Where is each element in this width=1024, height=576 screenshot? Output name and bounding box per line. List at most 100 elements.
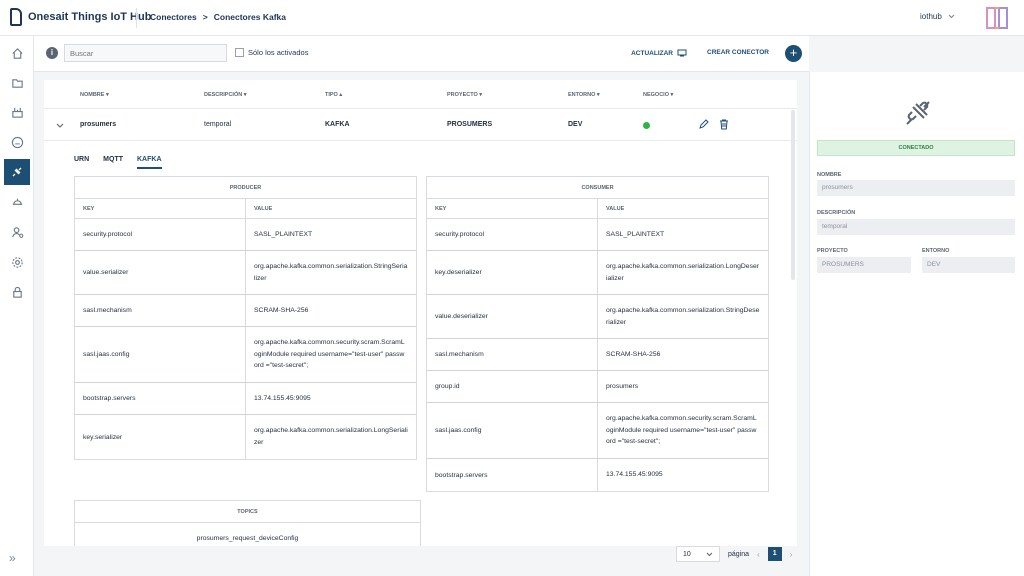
row-description: temporal	[204, 121, 232, 128]
dish-icon	[12, 198, 22, 205]
connector-detail-panel: CONECTADO NOMBRE prosumers DESCRIPCIÓN t…	[809, 72, 1024, 576]
top-bar: Onesait Things IoT Hub Conectores > Cone…	[0, 0, 1024, 36]
app-logo[interactable]: Onesait Things IoT Hub	[10, 8, 151, 26]
sidebar-item-security[interactable]	[4, 279, 30, 305]
detail-description-label: DESCRIPCIÓN	[817, 210, 856, 216]
gear-icon	[11, 256, 23, 268]
breadcrumb-separator: >	[202, 12, 208, 22]
table-row: security.protocol SASL_PLAINTEXT	[75, 219, 416, 251]
table-row: key.serializer org.apache.kafka.common.se…	[75, 415, 416, 459]
row-project: PROSUMERS	[447, 121, 493, 128]
devices-icon	[11, 107, 23, 118]
topics-title: TOPICS	[75, 501, 420, 523]
table-row: value.serializer org.apache.kafka.common.…	[75, 251, 416, 295]
table-row: sasl.jaas.config org.apache.kafka.common.…	[427, 403, 768, 459]
table-row: key.deserializer org.apache.kafka.common.…	[427, 251, 768, 295]
column-header-project[interactable]: PROYECTO ▾	[447, 92, 482, 98]
sidebar-item-home[interactable]	[4, 40, 30, 66]
table-row: sasl.jaas.config org.apache.kafka.common.…	[75, 327, 416, 383]
sidebar-item-users[interactable]	[4, 219, 30, 245]
breadcrumb-item-kafka: Conectores Kafka	[213, 12, 287, 22]
connectors-panel: NOMBRE ▾ DESCRIPCIÓN ▾ TIPO ▴ PROYECTO ▾…	[44, 80, 797, 546]
sidebar-item-crm[interactable]	[4, 129, 30, 155]
pagination: 10 página ‹ 1 ›	[676, 546, 792, 562]
column-header-type[interactable]: TIPO ▴	[325, 92, 342, 98]
info-icon[interactable]: i	[46, 47, 58, 59]
sidebar-item-devices[interactable]	[4, 99, 30, 125]
breadcrumb: Conectores > Conectores Kafka	[150, 12, 286, 22]
table-row: sasl.mechanism SCRAM-SHA-256	[75, 295, 416, 327]
folder-icon	[11, 78, 23, 88]
detail-environment-field: DEV	[922, 257, 1015, 273]
sidebar-item-connectors[interactable]	[4, 159, 30, 185]
detail-tabs: URN MQTT KAFKA	[74, 156, 162, 169]
refresh-label: ACTUALIZAR	[631, 49, 673, 57]
page-number-current[interactable]: 1	[767, 547, 782, 561]
app-title: Onesait Things IoT Hub	[28, 11, 152, 23]
scrollbar[interactable]	[791, 110, 795, 280]
consumer-header: KEY VALUE	[427, 199, 768, 219]
detail-project-field: PROSUMERS	[817, 257, 911, 273]
only-active-label: Sólo los activados	[248, 48, 309, 57]
logo-icon	[10, 8, 22, 26]
consumer-table: CONSUMER KEY VALUE security.protocol SASL…	[426, 176, 769, 492]
table-row: value.deserializer org.apache.kafka.commo…	[427, 295, 768, 339]
create-connector-button[interactable]: CREAR CONECTOR	[707, 49, 769, 56]
prev-page-icon[interactable]: ‹	[757, 550, 760, 559]
column-header-name[interactable]: NOMBRE ▾	[80, 92, 109, 98]
collapse-icon[interactable]: »	[9, 551, 16, 565]
chevron-down-icon[interactable]	[56, 123, 64, 129]
column-header-business[interactable]: NEGOCIO ▾	[643, 92, 673, 98]
plug-icon	[12, 167, 22, 177]
sidebar-item-settings[interactable]	[4, 249, 30, 275]
table-row: sasl.mechanism SCRAM-SHA-256	[427, 339, 768, 371]
breadcrumb-item-conectores[interactable]: Conectores	[150, 12, 197, 22]
chevron-down-icon	[706, 552, 713, 556]
row-type: KAFKA	[325, 121, 350, 128]
topics-table: TOPICS prosumers_request_deviceConfig	[74, 500, 421, 546]
producer-table: PRODUCER KEY VALUE security.protocol SASL…	[74, 176, 417, 460]
lock-icon	[12, 286, 22, 298]
trash-icon[interactable]	[719, 119, 729, 130]
page-label: página	[728, 550, 750, 558]
search-input[interactable]	[64, 44, 227, 62]
sidebar-item-services[interactable]	[4, 189, 30, 215]
only-active-checkbox[interactable]	[235, 48, 244, 57]
brand-logo-icon	[986, 7, 1008, 29]
topic-value: prosumers_request_deviceConfig	[196, 535, 299, 542]
column-header-environment[interactable]: ENTORNO ▾	[568, 92, 600, 98]
consumer-title: CONSUMER	[427, 177, 768, 199]
table-row: bootstrap.servers 13.74.155.45:9095	[427, 459, 768, 491]
detail-project-label: PROYECTO	[817, 248, 848, 254]
user-menu[interactable]: iothub	[920, 12, 955, 21]
refresh-button[interactable]: ACTUALIZAR	[631, 49, 688, 57]
detail-name-field: prosumers	[817, 180, 1015, 196]
plug-large-icon	[906, 101, 930, 125]
detail-environment-label: ENTORNO	[922, 248, 950, 254]
tab-kafka[interactable]: KAFKA	[137, 156, 162, 169]
user-name: iothub	[920, 12, 942, 21]
tab-mqtt[interactable]: MQTT	[103, 156, 123, 169]
status-badge: CONECTADO	[817, 140, 1015, 156]
edit-icon[interactable]	[698, 119, 709, 130]
table-row: bootstrap.servers 13.74.155.45:9095	[75, 383, 416, 415]
detail-description-field: temporal	[817, 219, 1015, 235]
table-row[interactable]: prosumers temporal KAFKA PROSUMERS DEV	[44, 108, 797, 141]
next-page-icon[interactable]: ›	[790, 550, 793, 559]
sidebar-item-files[interactable]	[4, 70, 30, 96]
status-dot	[643, 122, 650, 129]
table-row: security.protocol SASL_PLAINTEXT	[427, 219, 768, 251]
page-size-select[interactable]: 10	[676, 546, 720, 562]
producer-title: PRODUCER	[75, 177, 416, 199]
row-environment: DEV	[568, 121, 583, 128]
column-header-description[interactable]: DESCRIPCIÓN ▾	[204, 92, 247, 98]
plus-icon[interactable]: +	[785, 45, 802, 62]
crm-icon	[11, 136, 23, 148]
refresh-icon	[677, 49, 687, 57]
toolbar: i Sólo los activados ACTUALIZAR CREAR CO…	[34, 36, 809, 72]
sidebar: »	[0, 36, 34, 576]
user-gear-icon	[11, 226, 23, 238]
header-divider	[136, 8, 137, 28]
tab-urn[interactable]: URN	[74, 156, 89, 169]
table-row: group.id prosumers	[427, 371, 768, 403]
